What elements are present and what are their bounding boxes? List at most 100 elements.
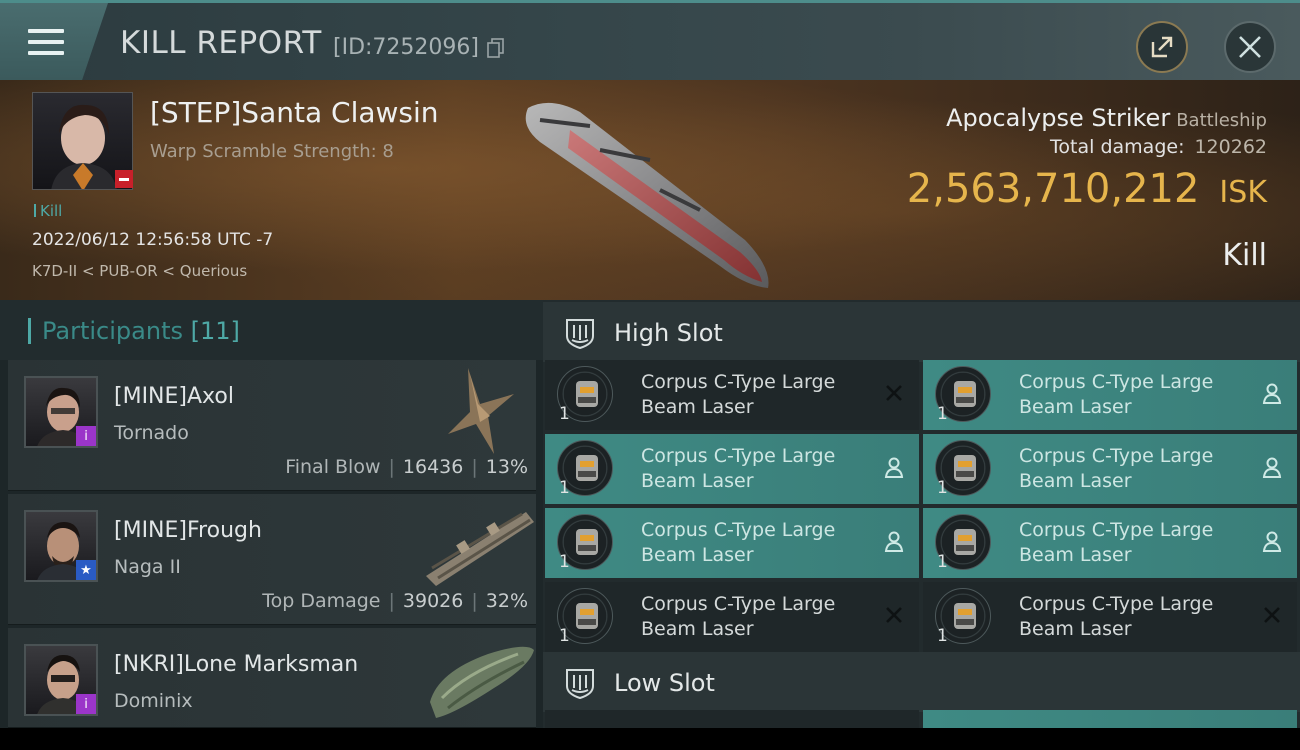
participant-name[interactable]: [MINE]Axol <box>114 384 234 409</box>
module-name-line2: Beam Laser <box>1019 544 1132 566</box>
victim-name[interactable]: [STEP]Santa Clawsin <box>150 96 439 129</box>
participant-ship-image[interactable] <box>418 632 538 724</box>
module-name: Corpus C-Type Large Beam Laser <box>1019 592 1249 642</box>
cross-icon <box>1264 607 1280 623</box>
participant-role: Final Blow <box>285 456 381 478</box>
participant-badge-glyph: ★ <box>80 562 92 578</box>
module-name-line2: Beam Laser <box>1019 618 1132 640</box>
total-damage-value: 120262 <box>1194 136 1267 158</box>
person-icon <box>884 457 904 478</box>
module-name: Corpus C-Type Large Beam Laser <box>641 592 871 642</box>
high-slot-module[interactable]: 1 Corpus C-Type Large Beam Laser <box>923 360 1297 430</box>
module-name-line2: Beam Laser <box>1019 396 1132 418</box>
copy-icon[interactable] <box>487 38 505 58</box>
module-name-line1: Corpus C-Type Large <box>641 519 836 541</box>
participants-header: Participants [11] <box>0 300 543 360</box>
participant-ship: Tornado <box>114 422 189 444</box>
slot-shield-icon <box>566 319 594 350</box>
report-id: [ID:7252096] <box>333 35 479 60</box>
module-name-line2: Beam Laser <box>641 470 754 492</box>
module-quantity: 1 <box>937 478 948 498</box>
high-slot-module[interactable]: 1 Corpus C-Type Large Beam Laser <box>923 582 1297 652</box>
kill-location[interactable]: K7D-II < PUB-OR < Querious <box>32 262 247 280</box>
module-name-line1: Corpus C-Type Large <box>1019 519 1214 541</box>
module-name: Corpus C-Type Large Beam Laser <box>1019 444 1249 494</box>
participant-ship: Naga II <box>114 556 181 578</box>
module-name-line1: Corpus C-Type Large <box>641 371 836 393</box>
participant-row[interactable]: i [MINE]Axol Tornado Final Blow | 16436 | 13… <box>8 360 536 491</box>
module-name-line1: Corpus C-Type Large <box>1019 445 1214 467</box>
low-slot-module[interactable] <box>923 710 1297 728</box>
module-quantity: 1 <box>937 552 948 572</box>
high-slot-module[interactable]: 1 Corpus C-Type Large Beam Laser <box>545 434 919 504</box>
victim-subtitle: Warp Scramble Strength: 8 <box>150 141 394 162</box>
participant-ship-image[interactable] <box>418 498 538 590</box>
participant-badge: i <box>76 426 96 446</box>
kill-banner: [STEP]Santa Clawsin Warp Scramble Streng… <box>0 80 1300 300</box>
participants-title-label: Participants <box>42 317 183 345</box>
kill-timestamp: 2022/06/12 12:56:58 UTC -7 <box>32 230 274 250</box>
victim-ship-name[interactable]: Apocalypse Striker <box>946 104 1170 132</box>
person-icon <box>1262 383 1282 404</box>
cross-icon <box>886 607 902 623</box>
participant-damage: 39026 <box>402 590 464 612</box>
module-quantity: 1 <box>559 404 570 424</box>
high-slot-module[interactable]: 1 Corpus C-Type Large Beam Laser <box>545 582 919 652</box>
high-slot-module[interactable]: 1 Corpus C-Type Large Beam Laser <box>545 508 919 578</box>
participant-ship-image[interactable] <box>418 364 538 456</box>
slot-shield-icon <box>566 669 594 700</box>
person-icon <box>1262 531 1282 552</box>
participants-title: Participants [11] <box>42 317 240 345</box>
module-quantity: 1 <box>937 626 948 646</box>
person-icon <box>1262 457 1282 478</box>
participant-badge: i <box>76 694 96 714</box>
share-icon <box>1151 36 1173 58</box>
participant-stats: Final Blow | 16436 | 13% <box>285 456 528 478</box>
victim-ship-name-row: Apocalypse Striker Battleship <box>946 104 1267 132</box>
module-name: Corpus C-Type Large Beam Laser <box>1019 370 1249 420</box>
participant-badge-glyph: i <box>84 696 88 712</box>
participant-row[interactable]: ★ [MINE]Frough Naga II Top Damage | 39026 |… <box>8 494 536 625</box>
kill-tag: Kill <box>34 202 62 220</box>
module-quantity: 1 <box>937 404 948 424</box>
module-name-line2: Beam Laser <box>1019 470 1132 492</box>
participant-stats: Top Damage | 39026 | 32% <box>262 590 528 612</box>
low-slot-header: Low Slot <box>543 652 1300 712</box>
participant-role: Top Damage <box>262 590 381 612</box>
isk-value: 2,563,710,212 <box>906 166 1200 212</box>
participant-row[interactable]: i [NKRI]Lone Marksman Dominix <box>8 628 536 728</box>
participant-badge: ★ <box>76 560 96 580</box>
high-slot-header: High Slot <box>543 302 1300 362</box>
high-slot-module[interactable]: 1 Corpus C-Type Large Beam Laser <box>923 434 1297 504</box>
module-name-line1: Corpus C-Type Large <box>641 593 836 615</box>
low-slot-module[interactable] <box>545 710 919 728</box>
module-name-line1: Corpus C-Type Large <box>1019 593 1214 615</box>
cross-icon <box>886 385 902 401</box>
module-name-line2: Beam Laser <box>641 544 754 566</box>
high-slot-module[interactable]: 1 Corpus C-Type Large Beam Laser <box>923 508 1297 578</box>
participant-name[interactable]: [NKRI]Lone Marksman <box>114 652 358 677</box>
close-button[interactable] <box>1224 21 1276 73</box>
high-slot-module[interactable]: 1 Corpus C-Type Large Beam Laser <box>545 360 919 430</box>
share-button[interactable] <box>1136 21 1188 73</box>
menu-button[interactable] <box>0 3 108 80</box>
participant-name[interactable]: [MINE]Frough <box>114 518 262 543</box>
module-name: Corpus C-Type Large Beam Laser <box>1019 518 1249 568</box>
kill-tag-label: Kill <box>40 202 63 220</box>
module-name: Corpus C-Type Large Beam Laser <box>641 370 871 420</box>
page-title: KILL REPORT <box>120 25 322 61</box>
high-slot-label: High Slot <box>614 319 723 347</box>
module-name-line2: Beam Laser <box>641 396 754 418</box>
module-name: Corpus C-Type Large Beam Laser <box>641 518 871 568</box>
total-damage-label: Total damage: <box>1050 136 1185 158</box>
fitting-panel: High Slot 1 Corpus C-Type Large Beam Laser… <box>543 300 1300 728</box>
kill-result: Kill <box>1222 238 1267 273</box>
hamburger-menu-icon[interactable] <box>28 29 64 55</box>
victim-ship-image[interactable] <box>510 90 780 295</box>
header-bar: KILL REPORT [ID:7252096] <box>0 0 1300 80</box>
bottom-strip <box>0 728 1300 750</box>
module-name: Corpus C-Type Large Beam Laser <box>641 444 871 494</box>
participant-percent: 13% <box>485 456 528 478</box>
participant-badge-glyph: i <box>84 428 88 444</box>
module-quantity: 1 <box>559 626 570 646</box>
